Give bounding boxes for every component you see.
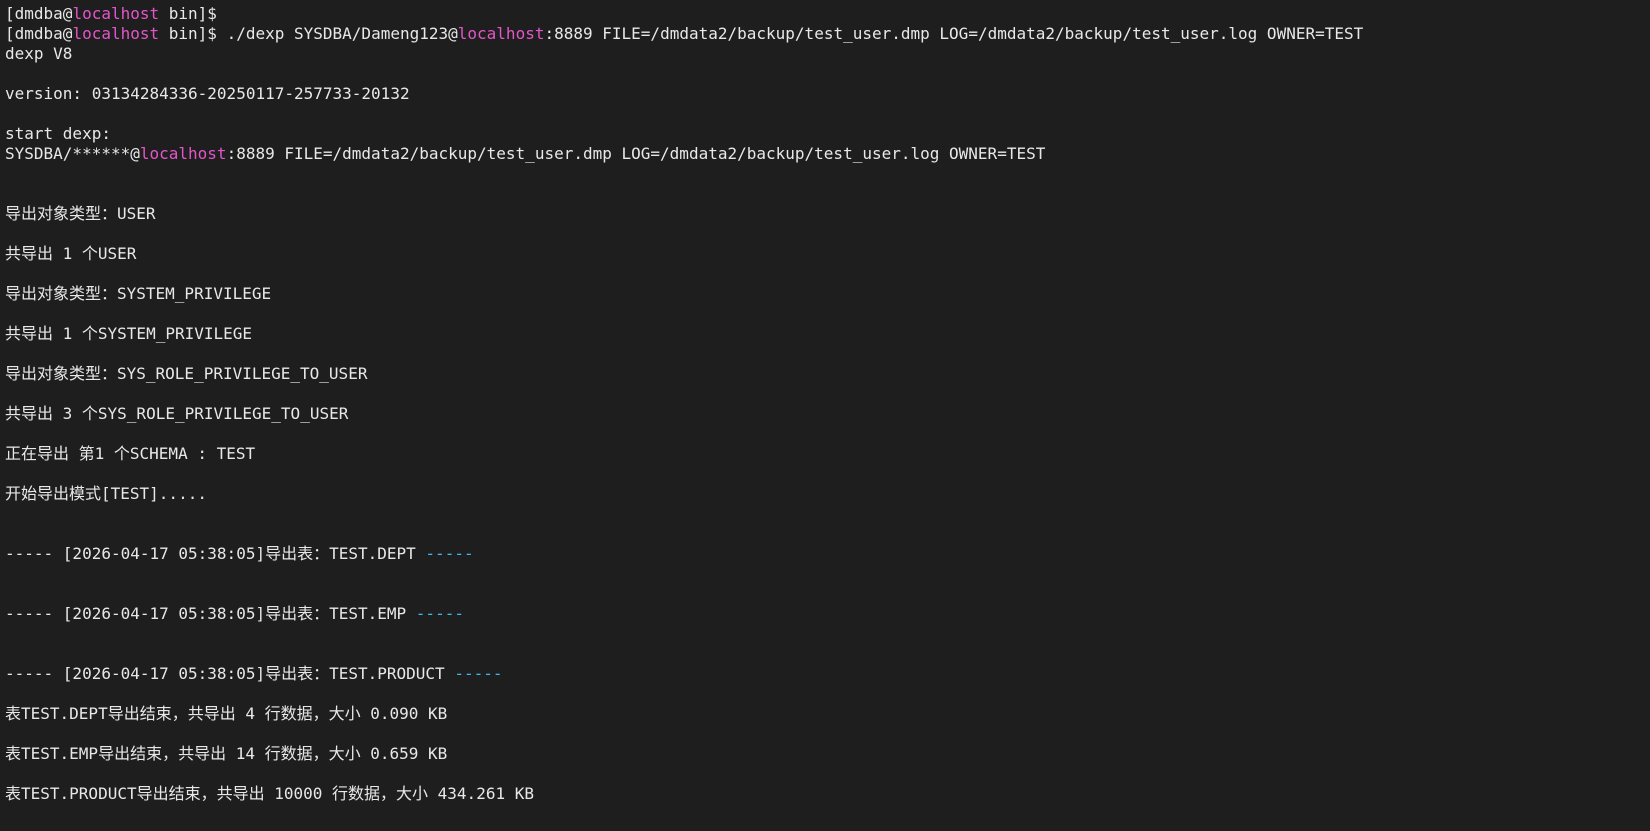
table-export-text: ----- [2026-04-17 05:38:05]导出表：TEST.EMP <box>5 604 416 623</box>
output-connection: SYSDBA/******@localhost:8889 FILE=/dmdat… <box>5 144 1650 164</box>
table-export-dashes: ----- <box>454 664 503 683</box>
prompt-user: [dmdba@ <box>5 4 73 23</box>
table-result-line: 表TEST.DEPT导出结束，共导出 4 行数据，大小 0.090 KB <box>5 704 448 723</box>
output-message: 正在导出 第1 个SCHEMA : TEST <box>5 444 256 463</box>
command-host: localhost <box>457 24 545 43</box>
connection-user: SYSDBA/******@ <box>5 144 140 163</box>
command-text: ./dexp SYSDBA/Dameng123@ <box>216 24 458 43</box>
prompt-host: localhost <box>72 4 160 23</box>
table-result-line: 表TEST.EMP导出结束，共导出 14 行数据，大小 0.659 KB <box>5 744 448 763</box>
output-message: 导出对象类型：SYSTEM_PRIVILEGE <box>5 284 272 303</box>
table-export-line: ----- [2026-04-17 05:38:05]导出表：TEST.EMP … <box>5 604 1650 624</box>
terminal-window[interactable]: [dmdba@localhost bin]$ [dmdba@localhost … <box>0 0 1650 831</box>
output-message: 导出对象类型：SYS_ROLE_PRIVILEGE_TO_USER <box>5 364 368 383</box>
table-export-dashes: ----- <box>425 544 474 563</box>
output-message: 开始导出模式[TEST]..... <box>5 484 207 503</box>
prompt-dir: bin]$ <box>159 4 217 23</box>
output-message: 共导出 1 个USER <box>5 244 137 263</box>
output-product: dexp V8 <box>5 44 73 63</box>
table-export-dashes: ----- <box>415 604 464 623</box>
prompt-dir: bin]$ <box>159 24 217 43</box>
output-message: 共导出 1 个SYSTEM_PRIVILEGE <box>5 324 253 343</box>
prompt-line-1: [dmdba@localhost bin]$ <box>5 4 1650 24</box>
table-export-line: ----- [2026-04-17 05:38:05]导出表：TEST.DEPT… <box>5 544 1650 564</box>
table-result-line: 表TEST.PRODUCT导出结束，共导出 10000 行数据，大小 434.2… <box>5 784 534 803</box>
table-export-line: ----- [2026-04-17 05:38:05]导出表：TEST.PROD… <box>5 664 1650 684</box>
output-message: 导出对象类型：USER <box>5 204 156 223</box>
output-version: version: 03134284336-20250117-257733-201… <box>5 84 410 103</box>
prompt-user: [dmdba@ <box>5 24 73 43</box>
connection-host: localhost <box>139 144 227 163</box>
output-message: 共导出 3 个SYS_ROLE_PRIVILEGE_TO_USER <box>5 404 349 423</box>
command-args: :8889 FILE=/dmdata2/backup/test_user.dmp… <box>544 24 1364 43</box>
connection-args: :8889 FILE=/dmdata2/backup/test_user.dmp… <box>226 144 1046 163</box>
output-start: start dexp: <box>5 124 111 143</box>
table-export-text: ----- [2026-04-17 05:38:05]导出表：TEST.DEPT <box>5 544 426 563</box>
table-export-text: ----- [2026-04-17 05:38:05]导出表：TEST.PROD… <box>5 664 455 683</box>
prompt-host: localhost <box>72 24 160 43</box>
prompt-line-2: [dmdba@localhost bin]$ ./dexp SYSDBA/Dam… <box>5 24 1650 44</box>
